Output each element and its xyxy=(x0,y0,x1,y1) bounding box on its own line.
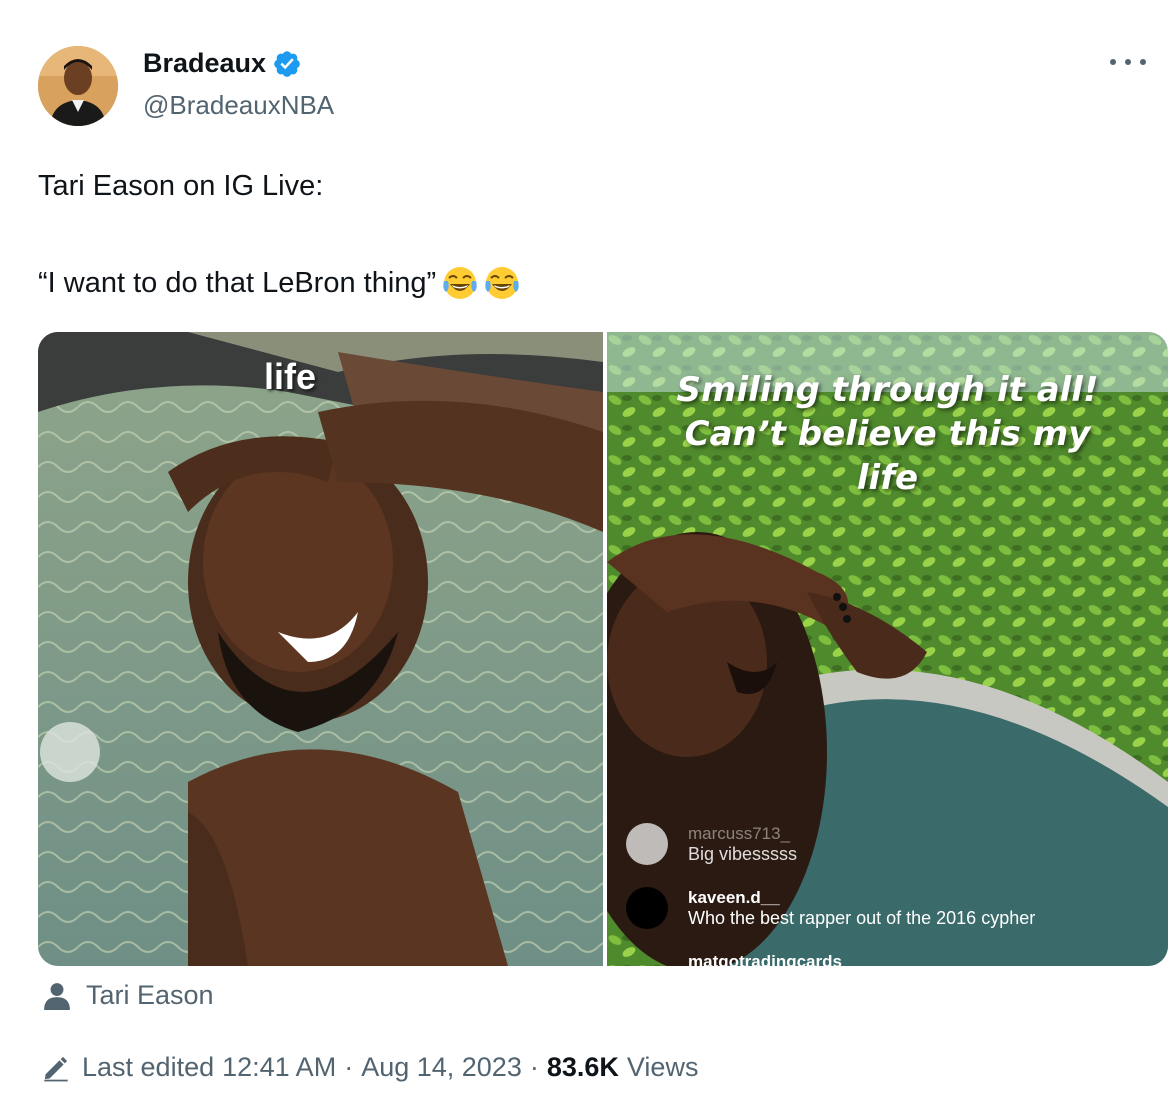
tweet-meta-row: Last edited 12:41 AM · Aug 14, 2023 · 83… xyxy=(42,1052,698,1083)
live-comment: marcuss713_ Big vibesssss xyxy=(688,824,797,865)
avatar-image xyxy=(38,46,118,126)
more-options-icon[interactable] xyxy=(1110,52,1146,72)
tweet-text-line-1: Tari Eason on IG Live: xyxy=(38,170,324,202)
tweet-media[interactable]: life Smiling through it all! Can’t belie… xyxy=(38,332,1168,966)
author-avatar[interactable] xyxy=(38,46,118,126)
person-icon xyxy=(44,982,70,1010)
media-photo-right[interactable]: Smiling through it all! Can’t believe th… xyxy=(567,332,1168,966)
meta-separator: · xyxy=(529,1052,539,1082)
verified-badge-icon xyxy=(274,50,300,77)
media-photo-left[interactable]: life xyxy=(38,332,603,966)
comment-username: matgotradingcards xyxy=(688,952,842,966)
laughing-crying-emoji-icon xyxy=(485,267,519,299)
views-label: Views xyxy=(626,1052,699,1082)
right-caption-line-1: Smiling through it all! xyxy=(676,370,1099,410)
right-caption-line-2: Can’t believe this my xyxy=(684,414,1091,455)
tweet-text-line-2: “I want to do that LeBron thing” xyxy=(38,265,520,301)
tweet-card: Bradeaux @BradeauxNBA Tari Eason on IG L… xyxy=(0,0,1174,1120)
tweet-date[interactable]: Aug 14, 2023 xyxy=(361,1052,522,1083)
last-edited-label[interactable]: Last edited xyxy=(82,1052,214,1083)
live-comment-truncated: matgotradingcards xyxy=(688,952,842,966)
laughing-crying-emoji-icon xyxy=(443,267,477,299)
right-caption-line-3: life xyxy=(856,458,919,499)
author-handle[interactable]: @BradeauxNBA xyxy=(143,90,334,121)
views-count: 83.6K xyxy=(546,1052,619,1082)
tagged-user[interactable]: Tari Eason xyxy=(44,980,214,1011)
tagged-user-name[interactable]: Tari Eason xyxy=(86,980,214,1011)
comment-username: kaveen.d__ xyxy=(688,888,780,907)
tweet-quote-text: “I want to do that LeBron thing” xyxy=(38,266,437,299)
pencil-edit-icon xyxy=(44,1056,68,1081)
live-comment: kaveen.d__ Who the best rapper out of th… xyxy=(688,888,1035,929)
right-caption: Smiling through it all! Can’t believe th… xyxy=(607,368,1168,501)
tweet-time[interactable]: 12:41 AM xyxy=(222,1052,336,1083)
comment-message: Big vibesssss xyxy=(688,844,798,864)
left-caption: life xyxy=(264,356,317,397)
author-display-name[interactable]: Bradeaux xyxy=(143,48,266,79)
comment-username: marcuss713_ xyxy=(688,824,791,843)
pool-selfie-image xyxy=(38,332,603,966)
author-name-row[interactable]: Bradeaux xyxy=(143,48,302,79)
meta-separator: · xyxy=(344,1052,354,1082)
comment-message: Who the best rapper out of the 2016 cyph… xyxy=(688,908,1036,928)
